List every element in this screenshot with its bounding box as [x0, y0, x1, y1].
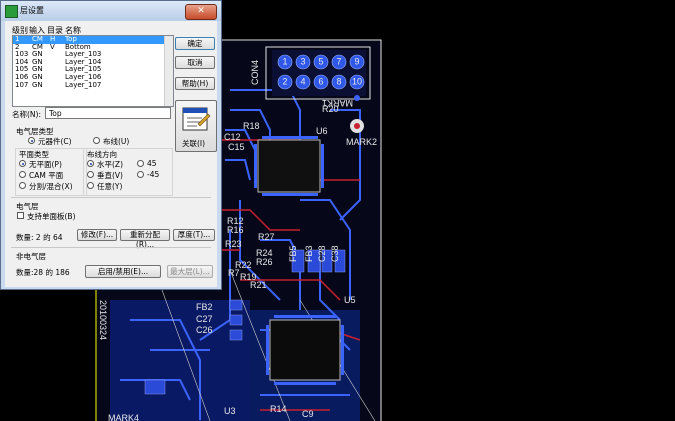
routing-radio[interactable] [93, 137, 100, 144]
pcb-label: R26 [256, 257, 273, 267]
pcb-label: FB3 [304, 245, 314, 262]
pcb-label: U6 [316, 126, 328, 136]
name-input[interactable]: Top [45, 107, 171, 119]
pcb-label: C27 [196, 314, 213, 324]
pcb-label: R18 [243, 121, 260, 131]
pcb-label: R14 [270, 404, 287, 414]
layer-row[interactable]: 107 GN Layer_107 [13, 80, 173, 90]
non-electrical-title: 非电气层 [16, 252, 46, 261]
plane-cam-radio[interactable] [19, 171, 26, 178]
pcb-label: 20100324 [98, 300, 108, 340]
plane-split-radio[interactable] [19, 182, 26, 189]
pin-number: 7 [336, 57, 341, 67]
pcb-label: MARK2 [346, 137, 377, 147]
enable-disable-button[interactable]: 启用/禁用(E)... [85, 265, 161, 278]
pin-number: 2 [282, 77, 287, 87]
layer-row-input: GN [32, 80, 43, 89]
pin-number: 4 [300, 77, 305, 87]
separator [11, 197, 211, 198]
pin-number: 3 [300, 57, 305, 67]
single-sided-label: 支持单面板(B) [27, 212, 76, 221]
angle-minus45-radio[interactable] [137, 171, 144, 178]
list-scrollbar[interactable] [164, 36, 173, 106]
pcb-label: C38 [330, 245, 340, 262]
thickness-button[interactable]: 厚度(T)... [173, 229, 215, 241]
direction-horizontal-label: 水平(Z) [97, 160, 123, 169]
reassign-button[interactable]: 重新分配(R)... [120, 229, 170, 249]
properties-button[interactable]: 关联(I) [175, 100, 217, 152]
pin-number: 5 [318, 57, 323, 67]
direction-any-label: 任意(Y) [97, 182, 123, 191]
direction-vertical-radio[interactable] [87, 171, 94, 178]
title-bar[interactable]: 层设置 ✕ [1, 1, 221, 21]
component-radio[interactable] [28, 137, 35, 144]
close-button[interactable]: ✕ [185, 4, 217, 20]
angle-45-radio[interactable] [137, 160, 144, 167]
pcb-label: R7 [228, 268, 240, 278]
window-title: 层设置 [20, 6, 44, 15]
pin-number: 8 [336, 77, 341, 87]
layer-list[interactable]: 1 CM H Top 2 CM V Bottom 103 GN Layer_103 104 GN Laye… [12, 35, 174, 107]
routing-label: 布线(U) [103, 137, 130, 146]
pcb-label: FB2 [196, 302, 213, 312]
pin-number: 6 [318, 77, 323, 87]
pin-number: 10 [352, 77, 362, 87]
pcb-label: C28 [317, 245, 327, 262]
app-icon [5, 5, 18, 18]
properties-icon [182, 107, 211, 131]
pin-number: 1 [282, 57, 287, 67]
pin-number: 9 [354, 57, 359, 67]
max-layers-button[interactable]: 最大层(L)... [167, 265, 213, 278]
name-label: 名称(N): [12, 110, 41, 119]
pcb-label: C12 [224, 132, 241, 142]
layer-settings-dialog: 层设置 ✕ 级别 输入 目录 名称 1 CM H Top 2 CM V Bottom 103 GN… [0, 0, 222, 290]
pcb-label: R23 [225, 239, 242, 249]
pcb-label: R21 [250, 280, 267, 290]
layer-row-level: 107 [15, 80, 29, 89]
help-button[interactable]: 帮助(H) [175, 77, 215, 90]
pcb-label: FB5 [288, 245, 298, 262]
separator [11, 247, 211, 248]
plane-none-radio[interactable] [19, 160, 26, 167]
pcb-label: U3 [224, 406, 236, 416]
direction-vertical-label: 垂直(V) [97, 171, 123, 180]
angle-minus45-label: -45 [147, 170, 160, 179]
pcb-label: MARK4 [108, 413, 139, 421]
ok-button[interactable]: 确定 [175, 37, 215, 50]
single-sided-checkbox[interactable] [17, 212, 24, 219]
angle-45-label: 45 [147, 159, 157, 168]
electrical-count: 数量: 2 的 64 [16, 233, 63, 242]
cancel-button[interactable]: 取消 [175, 56, 215, 69]
pcb-label: R27 [258, 232, 275, 242]
pcb-label: R16 [227, 225, 244, 235]
pcb-label: CON4 [250, 60, 260, 85]
modify-button[interactable]: 修改(F)... [77, 229, 117, 241]
pcb-label: C9 [302, 409, 314, 419]
layer-row-name: Layer_107 [65, 80, 102, 89]
pcb-label: U5 [344, 295, 356, 305]
component-label: 元器件(C) [38, 137, 72, 146]
pcb-label: C15 [228, 142, 245, 152]
dialog-client: 级别 输入 目录 名称 1 CM H Top 2 CM V Bottom 103 GN Layer_… [5, 21, 217, 287]
properties-label: 关联(I) [182, 139, 206, 148]
layer-row-dir: V [50, 42, 55, 51]
non-electrical-count: 数量:28 的 186 [16, 268, 70, 277]
plane-none-label: 无平面(P) [29, 160, 62, 169]
plane-split-label: 分割/混合(X) [29, 182, 73, 191]
direction-any-radio[interactable] [87, 182, 94, 189]
pcb-label: MARK1 [322, 98, 353, 108]
pcb-label: C26 [196, 325, 213, 335]
direction-horizontal-radio[interactable] [87, 160, 94, 167]
plane-cam-label: CAM 平面 [29, 171, 64, 180]
